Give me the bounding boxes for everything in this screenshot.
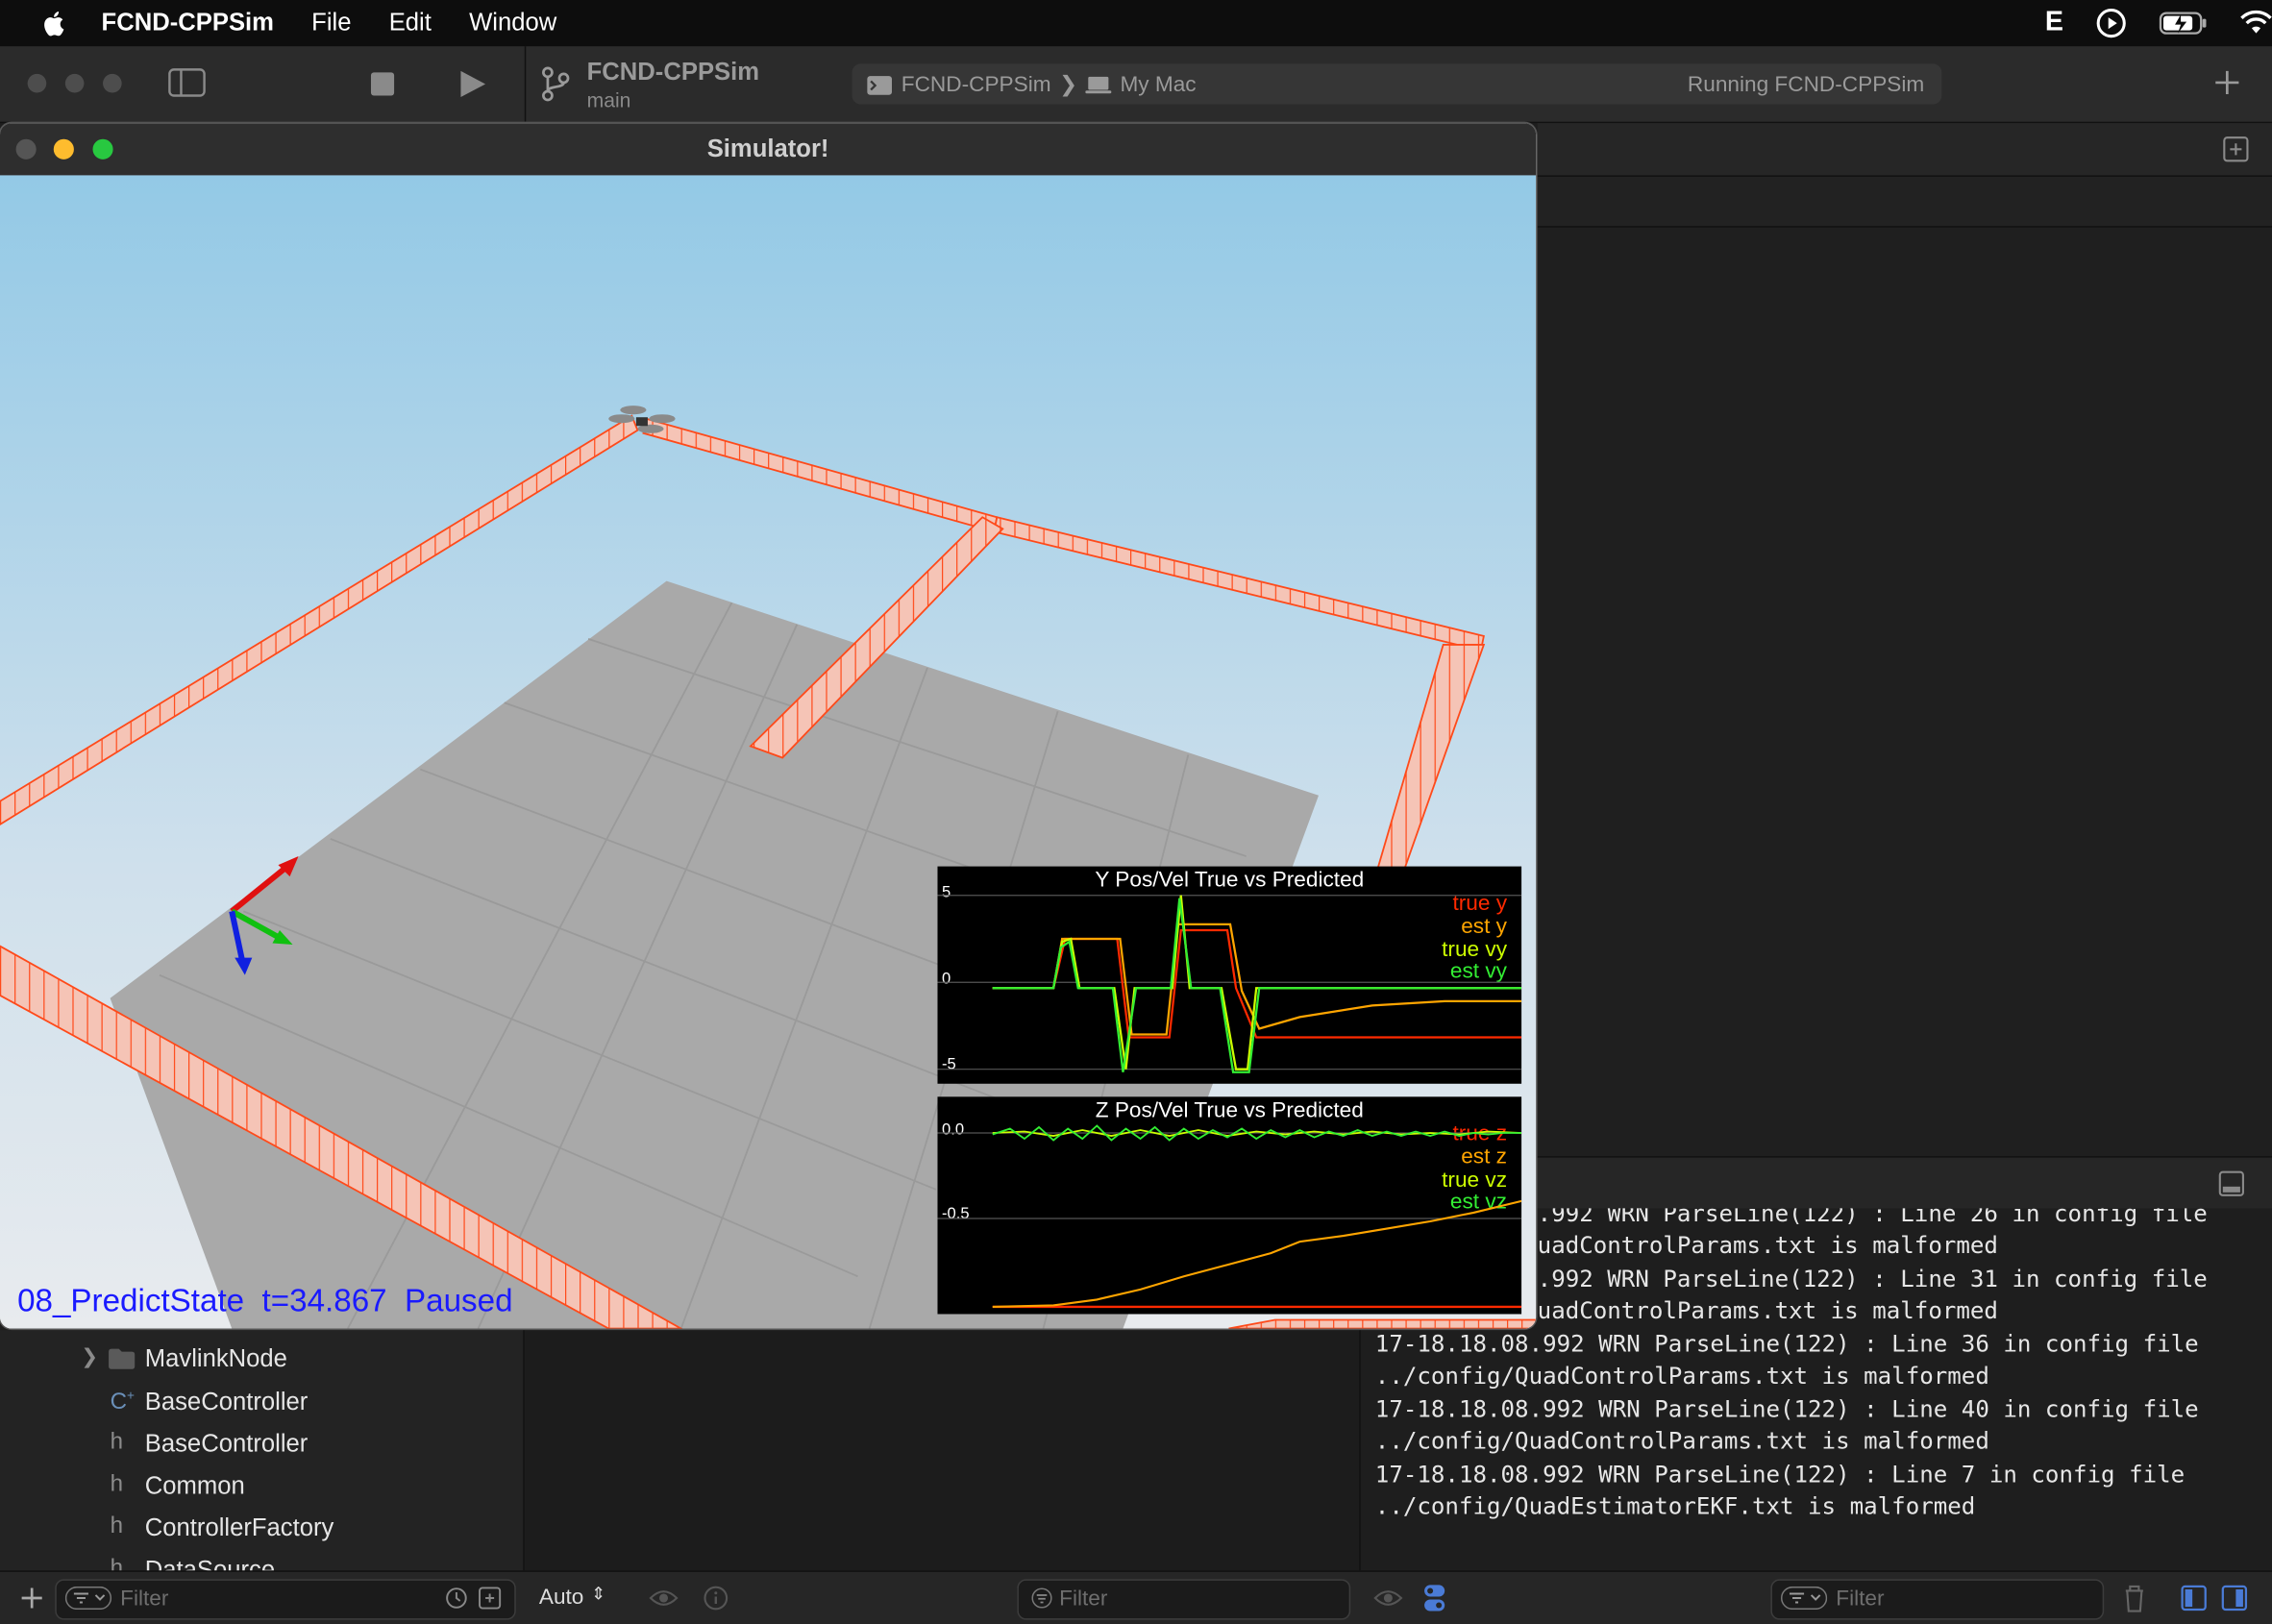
nav-item-mavlinknode[interactable]: MavlinkNode [145, 1344, 287, 1373]
console-line: .992 WRN ParseLine(122) : Line 31 in con… [1537, 1265, 2208, 1292]
editor-tab-bar [1537, 123, 2272, 177]
nav-item-common[interactable]: Common [145, 1472, 245, 1501]
battery-icon[interactable] [2159, 11, 2208, 37]
console-line: .992 WRN ParseLine(122) : Line 26 in con… [1537, 1208, 2208, 1228]
project-navigator: ❯ MavlinkNode C+ BaseController h BaseCo… [0, 1330, 525, 1584]
navigator-filter-placeholder: Filter [120, 1586, 169, 1612]
menu-file[interactable]: File [311, 9, 351, 37]
simulator-window: Simulator! Y Pos/Vel True vs Predicted 5… [0, 123, 1537, 1329]
folder-icon [109, 1348, 136, 1369]
show-variables-icon[interactable] [2181, 1585, 2207, 1612]
scm-filter-icon[interactable] [479, 1587, 502, 1610]
sidebar-toggle-icon[interactable] [168, 68, 206, 97]
menu-bar: FCND-CPPSim File Edit Window E [0, 0, 2272, 47]
y-plot-canvas [937, 895, 1522, 1073]
console-line: ../config/QuadControlParams.txt is malfo… [1374, 1362, 1989, 1390]
chevron-right-icon: ❯ [1059, 72, 1078, 98]
window-close-button[interactable] [27, 73, 47, 93]
activity-bar: FCND-CPPSim ❯ My Mac Running FCND-CPPSim [852, 63, 1942, 105]
z-plot-canvas [937, 1124, 1522, 1309]
menu-app-name[interactable]: FCND-CPPSim [102, 9, 274, 37]
c++-file-icon: C+ [110, 1388, 135, 1415]
variables-view [524, 1330, 1361, 1571]
branch-icon[interactable] [539, 65, 571, 103]
console-line: 17-18.18.08.992 WRN ParseLine(122) : Lin… [1374, 1394, 2199, 1423]
console-filter-placeholder: Filter [1836, 1586, 1885, 1612]
stop-button[interactable] [370, 72, 395, 96]
console-filter-input[interactable]: Filter [1770, 1579, 2105, 1620]
nav-item-controllerfactory[interactable]: ControllerFactory [145, 1514, 334, 1543]
variables-filter-placeholder: Filter [1059, 1586, 1108, 1612]
menu-edit[interactable]: Edit [389, 9, 432, 37]
nav-item-basecontroller-h[interactable]: BaseController [145, 1430, 309, 1459]
header-file-icon: h [110, 1471, 124, 1497]
terminal-app-icon [867, 76, 892, 95]
build-status: Running FCND-CPPSim [1687, 72, 1925, 98]
mac-icon [1085, 76, 1112, 94]
z-pos-vel-plot: Z Pos/Vel True vs Predicted 0.0 -0.5 tru… [937, 1096, 1522, 1315]
play-circle-icon[interactable] [2095, 8, 2127, 39]
console-options-icon[interactable] [1423, 1584, 1446, 1612]
console-line: 17-18.18.08.992 WRN ParseLine(122) : Lin… [1374, 1330, 2199, 1358]
chevron-updown-icon: ⇕ [591, 1583, 606, 1605]
add-editor-icon[interactable] [2223, 136, 2249, 162]
header-file-icon: h [110, 1513, 124, 1539]
eye-icon[interactable] [1373, 1585, 1403, 1611]
y-pos-vel-plot: Y Pos/Vel True vs Predicted 5 0 -5 true … [937, 866, 1522, 1084]
console-header [1537, 1156, 2272, 1210]
window-zoom-button[interactable] [103, 73, 122, 93]
hide-console-icon[interactable] [2218, 1170, 2244, 1196]
y-series-est-vy [992, 898, 1522, 1073]
bottom-bar: Filter Auto ⇕ Filter Filter [0, 1570, 2272, 1624]
project-name[interactable]: FCND-CPPSim [587, 58, 759, 86]
filter-options-icon[interactable] [64, 1586, 112, 1611]
destination-selector[interactable]: My Mac [1120, 72, 1196, 97]
run-button[interactable] [457, 69, 486, 98]
apple-icon[interactable] [40, 9, 69, 37]
info-icon[interactable] [703, 1585, 729, 1611]
navigator-filter-input[interactable]: Filter [55, 1579, 516, 1620]
console-line: uadControlParams.txt is malformed [1537, 1296, 1998, 1325]
console-line: 17-18.18.08.992 WRN ParseLine(122) : Lin… [1374, 1460, 2186, 1489]
scheme-selector[interactable]: FCND-CPPSim [901, 72, 1051, 97]
add-icon[interactable] [2214, 69, 2240, 95]
console-line: uadControlParams.txt is malformed [1537, 1231, 1998, 1260]
z-series-est-z [992, 1199, 1522, 1309]
input-source-indicator[interactable]: E [2045, 8, 2063, 39]
jump-bar [1537, 176, 2272, 228]
filter-icon [1031, 1587, 1052, 1609]
add-file-icon[interactable] [19, 1585, 45, 1611]
simulator-status-text: 08_PredictState t=34.867 Paused [17, 1282, 513, 1319]
eye-icon[interactable] [649, 1585, 679, 1611]
header-file-icon: h [110, 1430, 124, 1455]
chevron-right-icon[interactable]: ❯ [81, 1344, 98, 1369]
simulator-title: Simulator! [706, 135, 829, 162]
nav-item-basecontroller-cpp[interactable]: BaseController [145, 1388, 309, 1416]
show-console-icon[interactable] [2221, 1585, 2248, 1612]
trash-icon[interactable] [2123, 1584, 2146, 1612]
branch-name[interactable]: main [587, 88, 631, 111]
variables-filter-input[interactable]: Filter [1017, 1579, 1351, 1620]
variables-scope-select[interactable]: Auto [539, 1585, 584, 1610]
console-line: ../config/QuadEstimatorEKF.txt is malfor… [1374, 1491, 1976, 1520]
window-minimize-button[interactable] [64, 73, 85, 93]
recent-files-icon[interactable] [445, 1587, 468, 1610]
wifi-icon[interactable] [2240, 10, 2272, 37]
simulator-titlebar[interactable]: Simulator! [0, 123, 1537, 176]
console-line: ../config/QuadControlParams.txt is malfo… [1374, 1427, 1989, 1455]
editor-area [1537, 123, 2272, 1157]
filter-options-icon[interactable] [1780, 1586, 1828, 1611]
menu-window[interactable]: Window [469, 9, 556, 37]
